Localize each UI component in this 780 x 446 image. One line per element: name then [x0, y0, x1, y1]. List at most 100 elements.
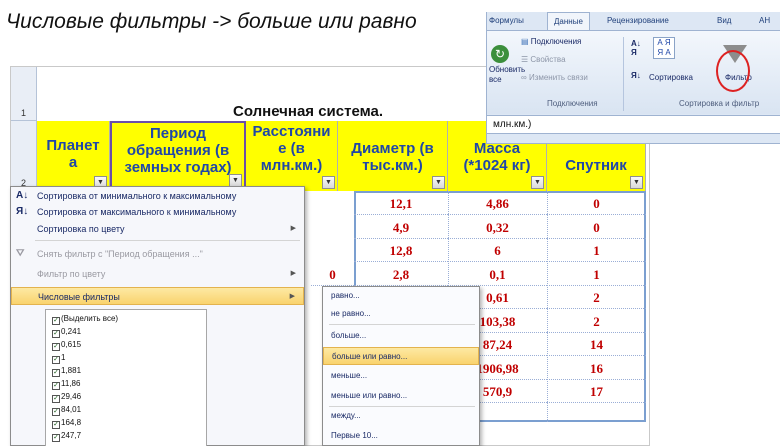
checkbox-checked-icon[interactable]: ✓: [52, 395, 60, 403]
menu-sort-asc-label: Сортировка от минимального к максимально…: [37, 191, 237, 201]
ribbon-panel: Формулы Данные Рецензирование Вид АН ↻ О…: [486, 12, 780, 144]
cell-satellites[interactable]: 17: [547, 381, 646, 403]
cell-distance[interactable]: 0: [311, 264, 354, 286]
filter-highlight-circle: [716, 50, 750, 92]
checklist-item[interactable]: ✓ 1: [52, 352, 65, 364]
checklist-item[interactable]: ✓ 11,86: [52, 378, 80, 390]
checklist-item[interactable]: ✓ 164,8: [52, 417, 81, 429]
header-period[interactable]: Период обращения (в земных годах) ▼: [110, 121, 246, 191]
checklist-item[interactable]: ✓ 1,881: [52, 365, 81, 377]
sort-button[interactable]: Сортировка: [649, 73, 693, 82]
header-planet[interactable]: Планет а ▼: [37, 121, 110, 191]
checkbox-checked-icon[interactable]: ✓: [52, 369, 60, 377]
submenu-arrow-icon: ▶: [290, 270, 296, 277]
clear-filter-icon: ⛛: [16, 248, 25, 259]
menu-clear-filter: ⛛ Снять фильтр с "Период обращения ...": [11, 245, 304, 263]
cell-mass[interactable]: 4,86: [448, 193, 547, 215]
checkbox-checked-icon[interactable]: ✓: [52, 434, 60, 442]
sort-dialog-icon[interactable]: А ЯЯ А: [653, 37, 675, 59]
filter-dropdown-satellites[interactable]: ▼: [630, 176, 643, 189]
header-distance[interactable]: Расстояни е (в млн.км.) ▼: [246, 121, 338, 191]
checkbox-checked-icon[interactable]: ✓: [52, 408, 60, 416]
sort-desc-icon: Я↓: [16, 206, 29, 217]
properties-icon: ☰: [521, 55, 531, 64]
checkbox-checked-icon[interactable]: ✓: [52, 317, 60, 325]
cell-satellites[interactable]: 1: [547, 264, 646, 286]
menu-sort-desc-label: Сортировка от максимального к минимально…: [37, 207, 237, 217]
submenu-item-less[interactable]: меньше...: [323, 367, 479, 385]
submenu-item-top10[interactable]: Первые 10...: [323, 427, 479, 445]
tab-addins[interactable]: АН: [759, 12, 770, 30]
submenu-item-equals[interactable]: равно...: [323, 287, 479, 305]
cell-satellites[interactable]: 2: [547, 311, 646, 333]
links-icon: ∞: [521, 73, 529, 82]
submenu-item-less-or-equal[interactable]: меньше или равно...: [323, 387, 479, 405]
cell-mass[interactable]: 0,1: [448, 264, 547, 286]
submenu-item-greater[interactable]: больше...: [323, 327, 479, 345]
filter-dropdown-mass[interactable]: ▼: [531, 176, 544, 189]
cell-satellites[interactable]: 1: [547, 240, 646, 262]
sheet-title: Солнечная система.: [233, 103, 384, 120]
header-diameter-label: Диаметр (в тыс.км.): [351, 140, 434, 174]
caption-title: Числовые фильтры -> больше или равно: [6, 10, 417, 33]
checklist-item[interactable]: ✓ 0,241: [52, 326, 81, 338]
menu-filter-by-color-label: Фильтр по цвету: [37, 269, 106, 279]
refresh-icon[interactable]: ↻: [491, 45, 509, 63]
filter-dropdown-distance[interactable]: ▼: [322, 176, 335, 189]
connections-group-label: Подключения: [547, 99, 598, 108]
cell-diameter[interactable]: 4,9: [354, 217, 448, 239]
refresh-all-button[interactable]: Обновить все: [489, 65, 525, 85]
connections-button[interactable]: ▤ Подключения: [521, 37, 581, 46]
submenu-item-not-equals[interactable]: не равно...: [323, 305, 479, 323]
menu-divider: [35, 240, 300, 241]
properties-button: ☰ Свойства: [521, 55, 566, 64]
checklist-item[interactable]: ✓ 0,615: [52, 339, 81, 351]
filter-dropdown-diameter[interactable]: ▼: [432, 176, 445, 189]
menu-sort-by-color[interactable]: Сортировка по цвету ▶: [11, 220, 304, 238]
checkbox-checked-icon[interactable]: ✓: [52, 382, 60, 390]
header-diameter[interactable]: Диаметр (в тыс.км.) ▼: [338, 121, 448, 191]
submenu-item-greater-or-equal[interactable]: больше или равно...: [323, 347, 479, 365]
cell-diameter[interactable]: 12,8: [354, 240, 448, 262]
sort-az-icon[interactable]: А↓ Я: [631, 39, 641, 57]
sort-filter-group-label: Сортировка и фильтр: [679, 99, 760, 108]
cell-diameter[interactable]: 12,1: [354, 193, 448, 215]
checklist-item[interactable]: ✓ (Выделить все): [52, 313, 118, 325]
checkbox-checked-icon[interactable]: ✓: [52, 330, 60, 338]
checkbox-checked-icon[interactable]: ✓: [52, 421, 60, 429]
submenu-arrow-icon: ▶: [290, 225, 296, 232]
tab-data[interactable]: Данные: [547, 12, 590, 30]
cell-satellites[interactable]: 14: [547, 334, 646, 356]
value-checklist[interactable]: ✓ (Выделить все) ✓ 0,241 ✓ 0,615 ✓ 1 ✓ 1,881 …: [45, 309, 207, 446]
cell-mass[interactable]: 6: [448, 240, 547, 262]
cell-satellites[interactable]: 0: [547, 193, 646, 215]
menu-number-filters-label: Числовые фильтры: [38, 292, 120, 302]
ribbon-separator: [623, 37, 624, 111]
menu-sort-desc[interactable]: Я↓ Сортировка от максимального к минимал…: [11, 203, 304, 221]
menu-number-filters[interactable]: Числовые фильтры ▶: [11, 287, 304, 305]
sort-za-icon[interactable]: Я↓: [631, 71, 641, 80]
row-header-1[interactable]: 1: [11, 67, 37, 121]
menu-sort-by-color-label: Сортировка по цвету: [37, 224, 125, 234]
filter-dropdown-menu: A↓ Сортировка от минимального к максимал…: [10, 186, 305, 446]
submenu-item-between[interactable]: между...: [323, 407, 479, 425]
header-period-label: Период обращения (в земных годах): [124, 125, 232, 176]
cell-satellites[interactable]: 16: [547, 358, 646, 380]
cell-satellites[interactable]: 2: [547, 287, 646, 309]
checklist-item[interactable]: ✓ 84,01: [52, 404, 81, 416]
tab-view[interactable]: Вид: [717, 12, 731, 30]
cell-diameter[interactable]: 2,8: [354, 264, 448, 286]
connections-icon: ▤: [521, 37, 531, 46]
submenu-arrow-icon: ▶: [289, 293, 295, 300]
tab-review[interactable]: Рецензирование: [607, 12, 669, 30]
checklist-item[interactable]: ✓ 29,46: [52, 391, 81, 403]
checkbox-checked-icon[interactable]: ✓: [52, 356, 60, 364]
cell-satellites[interactable]: 0: [547, 217, 646, 239]
formula-bar[interactable]: млн.км.): [487, 115, 780, 134]
submenu-divider: [329, 324, 475, 325]
checklist-item[interactable]: ✓ 247,7: [52, 430, 81, 442]
cell-mass[interactable]: 0,32: [448, 217, 547, 239]
checkbox-checked-icon[interactable]: ✓: [52, 343, 60, 351]
row-header-2[interactable]: 2: [11, 121, 37, 191]
tab-formulas[interactable]: Формулы: [489, 12, 524, 30]
